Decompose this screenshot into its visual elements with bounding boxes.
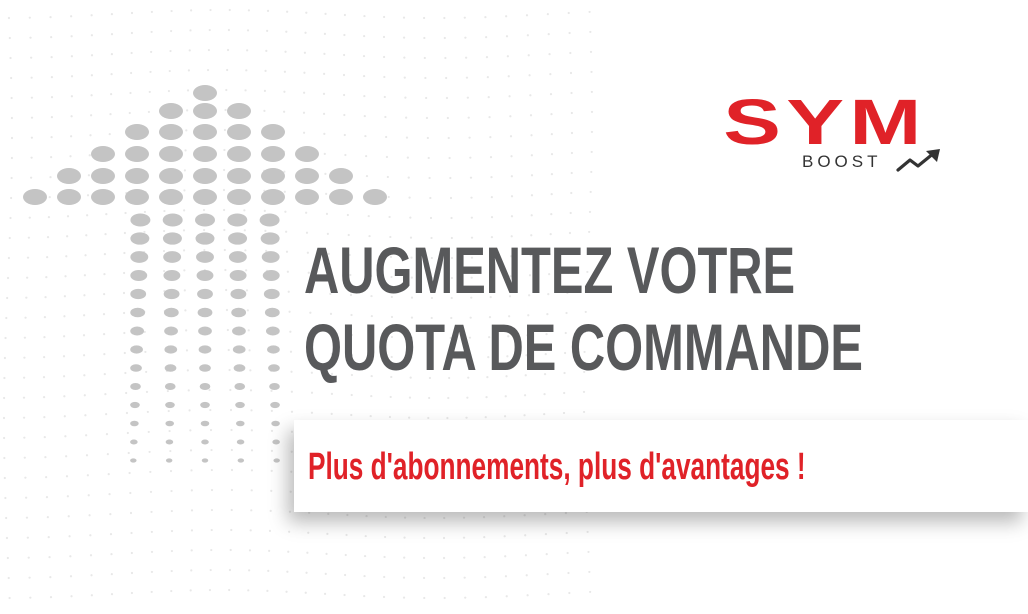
- headline-line-1: AUGMENTEZ VOTRE: [304, 233, 796, 307]
- trend-up-arrow-icon: [896, 149, 940, 172]
- logo-subtitle: BOOST: [802, 152, 882, 171]
- logo-wordmark: SYM: [723, 86, 927, 158]
- sym-boost-logo: SYM BOOST: [700, 90, 950, 182]
- tagline-text: Plus d'abonnements, plus d'avantages !: [308, 446, 806, 488]
- headline: AUGMENTEZ VOTRE QUOTA DE COMMANDE: [304, 232, 863, 386]
- headline-line-2: QUOTA DE COMMANDE: [304, 310, 863, 384]
- tagline-banner: Plus d'abonnements, plus d'avantages !: [294, 420, 1028, 512]
- promo-banner: SYM BOOST AUGMENTEZ VOTRE QUOTA DE COMMA…: [0, 0, 1028, 614]
